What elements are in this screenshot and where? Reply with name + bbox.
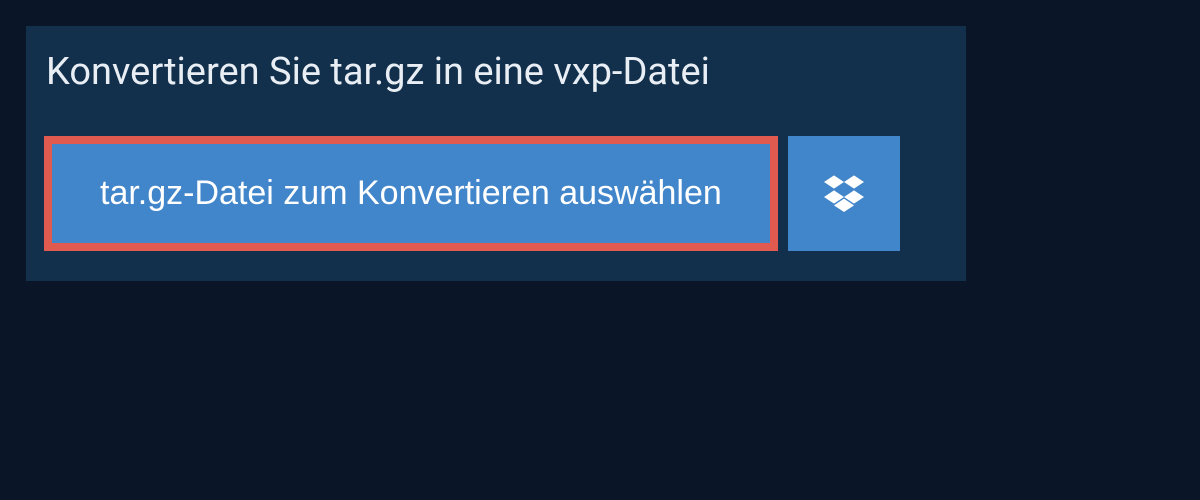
highlight-border: tar.gz-Datei zum Konvertieren auswählen bbox=[44, 136, 778, 251]
convert-panel: Konvertieren Sie tar.gz in eine vxp-Date… bbox=[26, 26, 966, 281]
dropbox-button[interactable] bbox=[788, 136, 900, 251]
select-file-button[interactable]: tar.gz-Datei zum Konvertieren auswählen bbox=[52, 144, 770, 243]
buttons-row: tar.gz-Datei zum Konvertieren auswählen bbox=[26, 118, 966, 281]
page-title: Konvertieren Sie tar.gz in eine vxp-Date… bbox=[26, 26, 730, 118]
dropbox-icon bbox=[824, 172, 864, 215]
page-container: Konvertieren Sie tar.gz in eine vxp-Date… bbox=[0, 0, 1200, 281]
